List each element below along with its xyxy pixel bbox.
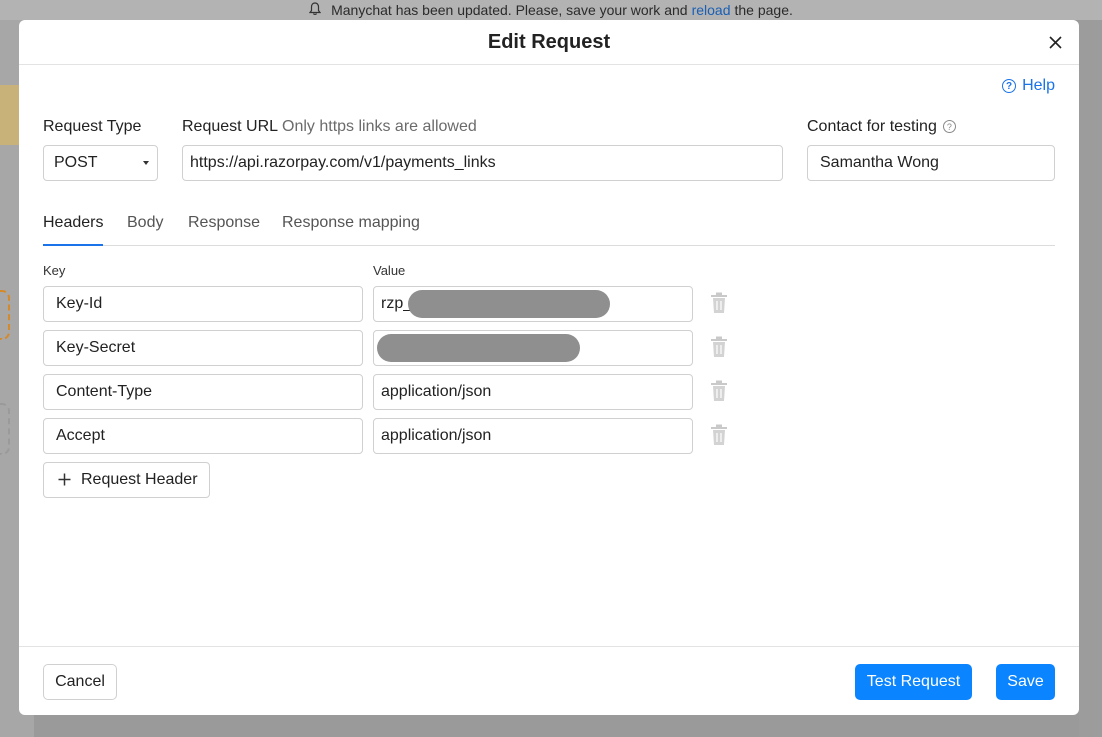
header-key-text: Key-Id [56,295,103,312]
tab-headers[interactable]: Headers [43,214,104,246]
header-key-input[interactable]: Accept [43,418,363,454]
request-url-hint: Only https links are allowed [282,118,477,135]
header-value-text: application/json [381,383,492,400]
header-key-input[interactable]: Key-Id [43,286,363,322]
request-type-value: POST [54,154,98,171]
edit-request-modal: Edit Request ? Help Request Type POST Re… [19,20,1079,715]
request-url-label: Request URL [182,118,279,135]
request-url-input[interactable]: https://api.razorpay.com/v1/payments_lin… [182,145,783,181]
header-row: Accept application/json [43,418,743,454]
contact-testing-input[interactable]: Samantha Wong [807,145,1055,181]
header-key-text: Content-Type [56,383,153,400]
redaction-overlay [377,334,580,362]
redaction-overlay [408,290,611,318]
request-type-select[interactable]: POST [43,145,158,181]
question-icon[interactable]: ? [942,120,956,134]
header-value-text: application/json [381,427,492,444]
background-dashed-node [0,403,10,455]
trash-icon[interactable] [710,292,728,314]
tab-body[interactable]: Body [127,214,163,246]
tab-response-mapping[interactable]: Response mapping [282,214,420,246]
header-value-input[interactable]: application/json [373,374,693,410]
request-url-value: https://api.razorpay.com/v1/payments_lin… [190,154,496,171]
reload-link[interactable]: reload [692,2,731,18]
key-column-header: Key [43,263,66,278]
add-request-header-button[interactable]: Request Header [43,462,210,498]
contact-testing-label: Contact for testing? [807,118,956,136]
bell-icon [308,1,322,19]
test-request-button[interactable]: Test Request [855,664,972,700]
header-row: Content-Type application/json [43,374,743,410]
header-value-input[interactable] [373,330,693,366]
banner-text: Manychat has been updated. Please, save … [331,2,688,18]
modal-footer: Cancel Test Request Save [19,646,1079,715]
close-icon[interactable] [1045,32,1065,52]
background-dashed-node [0,290,10,340]
request-type-label: Request Type [43,118,142,135]
header-value-input[interactable]: application/json [373,418,693,454]
update-banner: Manychat has been updated. Please, save … [0,0,1102,20]
header-row: Key-Id rzp_ [43,286,743,322]
trash-icon[interactable] [710,380,728,402]
contact-testing-value: Samantha Wong [820,154,939,171]
header-key-text: Accept [56,427,105,444]
add-request-header-label: Request Header [81,471,198,488]
cancel-button[interactable]: Cancel [43,664,117,700]
plus-icon [58,470,71,490]
background-yellow-block [0,85,20,145]
modal-header: Edit Request [19,20,1079,65]
help-link[interactable]: ? Help [1002,77,1055,95]
banner-text-end: the page. [734,2,793,18]
contact-testing-label-text: Contact for testing [807,118,937,135]
header-value-input[interactable]: rzp_ [373,286,693,322]
value-column-header: Value [373,263,406,278]
header-row: Key-Secret [43,330,743,366]
header-key-text: Key-Secret [56,339,136,356]
request-tabs: Headers Body Response Response mapping [43,206,1055,246]
header-key-input[interactable]: Key-Secret [43,330,363,366]
caret-down-icon [143,161,149,165]
tab-response[interactable]: Response [188,214,260,246]
trash-icon[interactable] [710,424,728,446]
background-right-column [1079,20,1102,737]
trash-icon[interactable] [710,336,728,358]
modal-title: Edit Request [487,30,611,53]
header-key-input[interactable]: Content-Type [43,374,363,410]
save-button[interactable]: Save [996,664,1055,700]
help-circle-icon: ? [1002,79,1017,93]
help-label: Help [1022,77,1055,94]
